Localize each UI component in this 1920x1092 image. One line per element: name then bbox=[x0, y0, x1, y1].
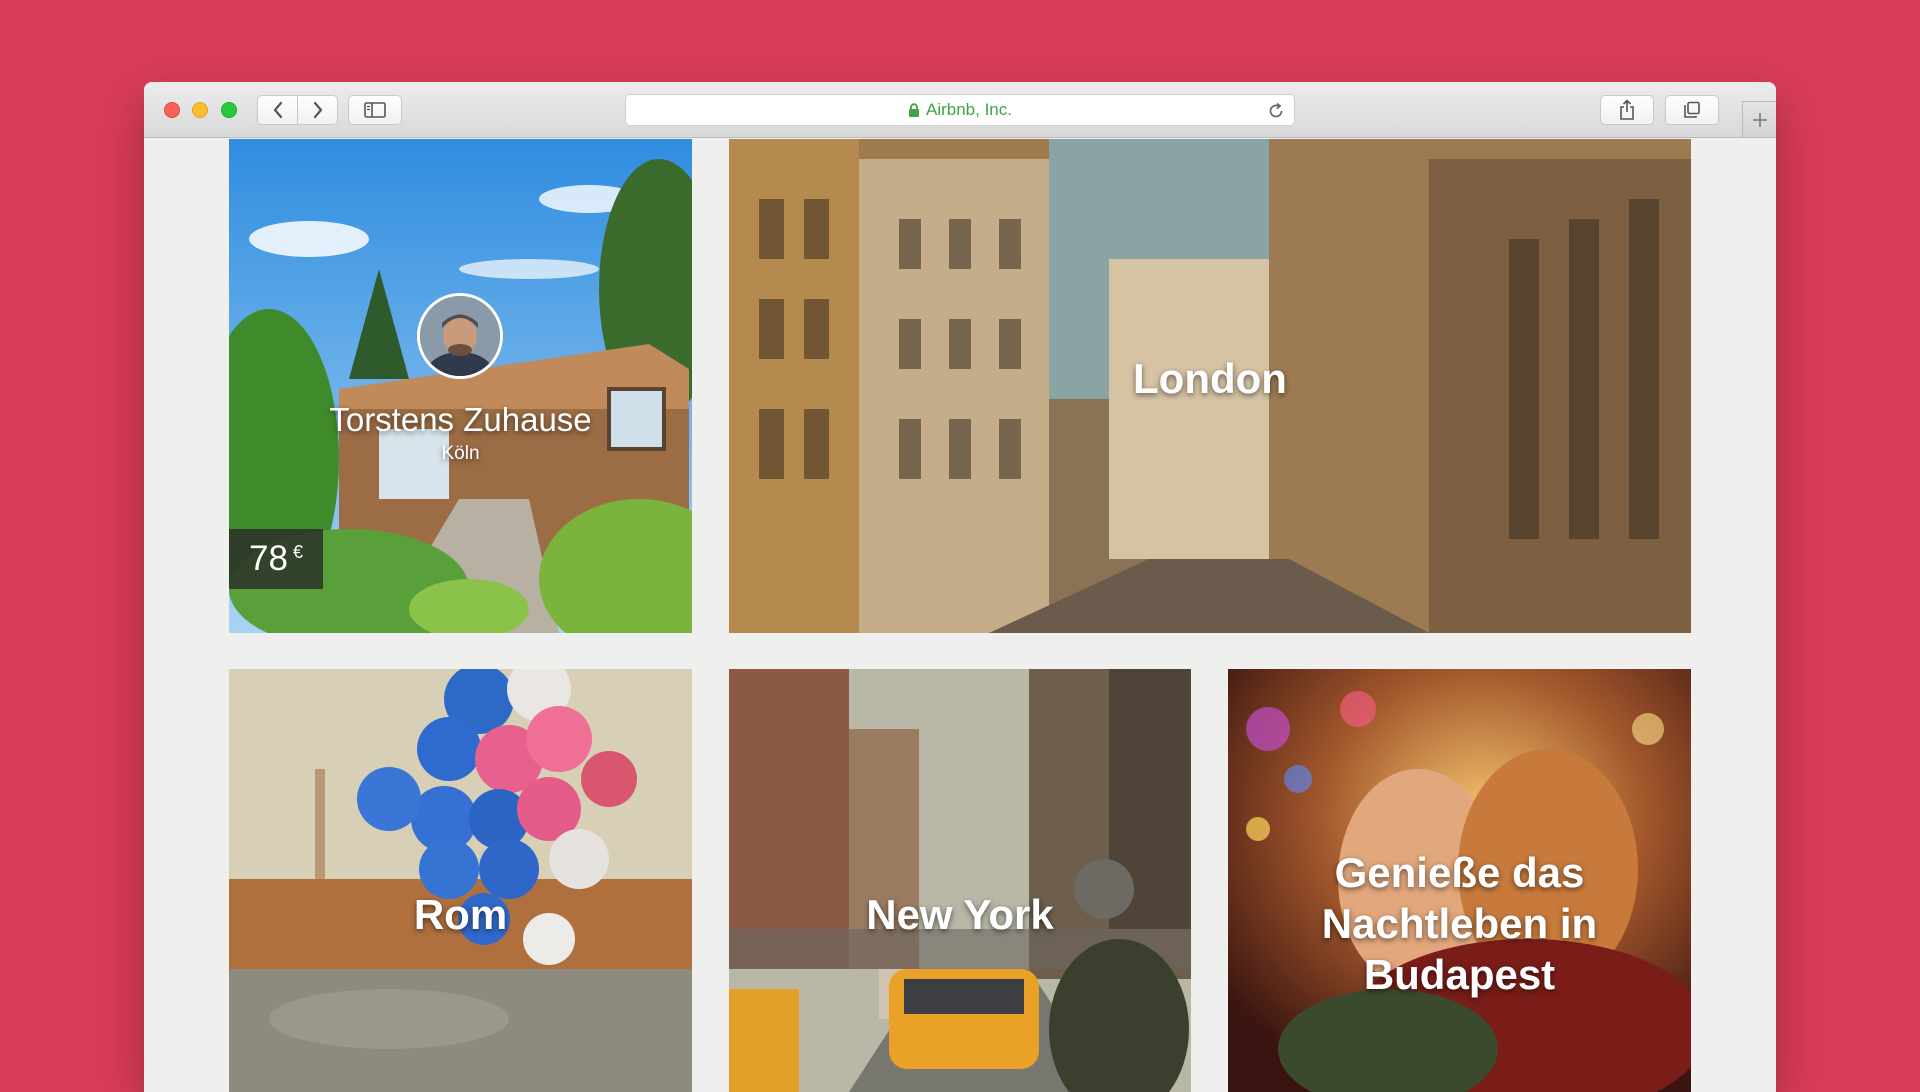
sidebar-icon bbox=[364, 102, 386, 118]
new-york-photo bbox=[729, 669, 1191, 1092]
host-avatar[interactable] bbox=[417, 293, 503, 379]
price-currency: € bbox=[292, 541, 303, 562]
forward-arrow-icon bbox=[313, 101, 322, 119]
listing-title: Torstens Zuhause bbox=[329, 401, 592, 438]
destination-card-london[interactable]: London bbox=[729, 139, 1691, 633]
site-identity-label: Airbnb, Inc. bbox=[926, 100, 1012, 119]
destination-label: London bbox=[1133, 355, 1287, 402]
back-arrow-icon bbox=[273, 101, 282, 119]
address-bar[interactable]: Airbnb, Inc. bbox=[625, 94, 1295, 126]
listing-card-torstens-zuhause[interactable]: Torstens Zuhause Köln 78 € bbox=[229, 139, 692, 633]
browser-window: Airbnb, Inc. Torstens Zuhause Köln 78 € … bbox=[144, 82, 1776, 1092]
price-value: 78 bbox=[249, 539, 288, 578]
new-tab-button[interactable] bbox=[1742, 101, 1776, 137]
destination-card-new-york[interactable]: New York bbox=[729, 669, 1191, 1092]
destination-label: Genieße das Nachtleben in Budapest bbox=[1321, 849, 1598, 998]
forward-button[interactable] bbox=[297, 95, 338, 125]
back-button[interactable] bbox=[257, 95, 298, 125]
zoom-window-button[interactable] bbox=[221, 102, 237, 118]
destination-label: New York bbox=[866, 891, 1054, 938]
browser-toolbar: Airbnb, Inc. bbox=[144, 82, 1776, 138]
sidebar-toggle-button[interactable] bbox=[348, 95, 402, 125]
page-content: Torstens Zuhause Köln 78 € London Rom Ne… bbox=[144, 139, 1776, 1092]
destination-card-rom[interactable]: Rom bbox=[229, 669, 692, 1092]
lock-icon bbox=[909, 102, 919, 117]
destination-label: Rom bbox=[413, 891, 508, 938]
listing-city: Köln bbox=[441, 443, 480, 464]
minimize-window-button[interactable] bbox=[192, 102, 208, 118]
plus-icon bbox=[1752, 112, 1767, 127]
destination-card-budapest[interactable]: Genieße das Nachtleben in Budapest bbox=[1228, 669, 1691, 1092]
price-badge: 78 € bbox=[229, 529, 323, 589]
tabs-icon bbox=[1684, 101, 1700, 118]
share-button[interactable] bbox=[1600, 95, 1654, 125]
reload-icon[interactable] bbox=[1266, 101, 1286, 121]
close-window-button[interactable] bbox=[164, 102, 180, 118]
rom-photo bbox=[229, 669, 692, 1092]
share-icon bbox=[1620, 99, 1634, 120]
show-tabs-button[interactable] bbox=[1665, 95, 1719, 125]
